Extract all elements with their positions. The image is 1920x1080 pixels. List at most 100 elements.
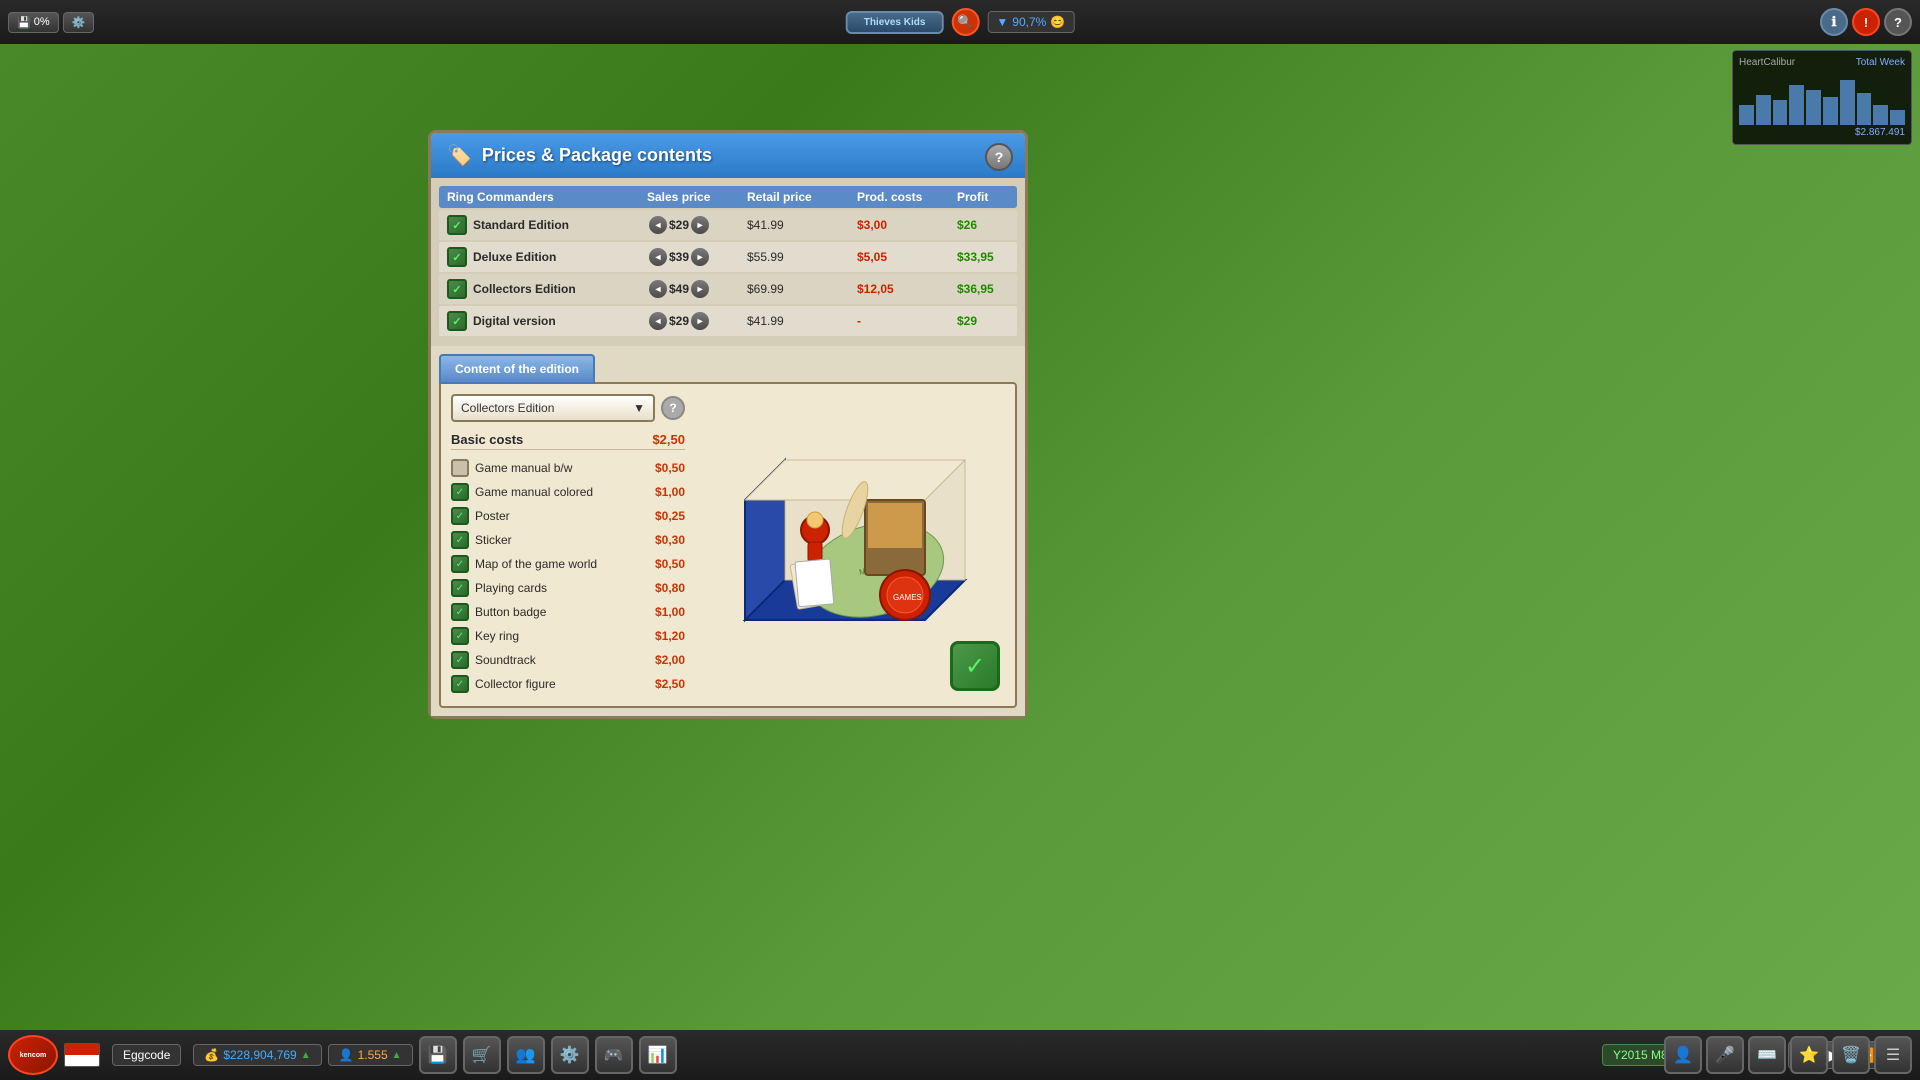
price-inc-collectors[interactable]: ► [691, 280, 709, 298]
bar-4 [1789, 85, 1804, 125]
list-item: ✓ Soundtrack $2,00 [451, 648, 685, 672]
item-check-manual-bw[interactable] [451, 459, 469, 477]
dialog-title: Prices & Package contents [482, 145, 712, 166]
bar-6 [1823, 97, 1838, 125]
bar-7 [1840, 80, 1855, 125]
price-inc-standard[interactable]: ► [691, 216, 709, 234]
item-check-cards[interactable]: ✓ [451, 579, 469, 597]
settings-button[interactable]: ⚙️ [551, 1036, 589, 1074]
list-item: ✓ Button badge $1,00 [451, 600, 685, 624]
edition-dropdown[interactable]: Collectors Edition ▼ [451, 394, 655, 422]
col-prod: Prod. costs [857, 190, 957, 204]
dialog-icon: 🏷️ [447, 143, 472, 168]
svg-text:GAMES: GAMES [893, 593, 922, 602]
edition-name-digital: ✓ Digital version [447, 311, 647, 331]
top-bar-left: 💾 0% ⚙️ [0, 12, 94, 33]
happiness-bar: ▼ 90,7% 😊 [987, 11, 1074, 33]
save-btn[interactable]: 💾 0% [8, 12, 59, 33]
prices-dialog: 🏷️ Prices & Package contents ? Ring Comm… [428, 130, 1028, 719]
retail-collectors: $69.99 [747, 282, 857, 296]
col-sales: Sales price [647, 190, 747, 204]
profit-deluxe: $33,95 [957, 250, 1037, 264]
info-btn-1[interactable]: ℹ [1820, 8, 1848, 36]
prod-cost-standard: $3,00 [857, 218, 957, 232]
price-dec-deluxe[interactable]: ◄ [649, 248, 667, 266]
content-right: MAP GAMES [695, 394, 1005, 696]
item-check-badge[interactable]: ✓ [451, 603, 469, 621]
items-list: Game manual b/w $0,50 ✓ Game manual colo… [451, 456, 685, 696]
list-item: ✓ Map of the game world $0,50 [451, 552, 685, 576]
games-button[interactable]: 🎮 [595, 1036, 633, 1074]
edition-dropdown-row: Collectors Edition ▼ ? [451, 394, 685, 422]
table-header: Ring Commanders Sales price Retail price… [439, 186, 1017, 208]
item-check-soundtrack[interactable]: ✓ [451, 651, 469, 669]
info-btn-3[interactable]: ? [1884, 8, 1912, 36]
bar-1 [1739, 105, 1754, 125]
item-check-figure[interactable]: ✓ [451, 675, 469, 693]
content-section: Content of the edition Collectors Editio… [431, 346, 1025, 716]
list-item: Game manual b/w $0,50 [451, 456, 685, 480]
edition-check-standard[interactable]: ✓ [447, 215, 467, 235]
price-dec-digital[interactable]: ◄ [649, 312, 667, 330]
bar-9 [1873, 105, 1888, 125]
price-inc-digital[interactable]: ► [691, 312, 709, 330]
top-right-buttons: ℹ ! ? [1820, 8, 1912, 36]
employees-display: 👤 1.555 ▲ [328, 1044, 413, 1066]
trash-button[interactable]: 🗑️ [1832, 1036, 1870, 1074]
mini-chart-company: HeartCalibur [1739, 57, 1795, 68]
content-left: Collectors Edition ▼ ? Basic costs $2,50… [451, 394, 685, 696]
star-button[interactable]: ⭐ [1790, 1036, 1828, 1074]
table-row: ✓ Digital version ◄ $29 ► $41.99 - $29 [439, 306, 1017, 336]
save-game-button[interactable]: 💾 [419, 1036, 457, 1074]
sales-price-deluxe: ◄ $39 ► [647, 248, 747, 266]
employees-button[interactable]: 👥 [507, 1036, 545, 1074]
edition-name-standard: ✓ Standard Edition [447, 215, 647, 235]
top-bar: 💾 0% ⚙️ Thieves Kids 🔍 ▼ 90,7% 😊 ℹ ! ? [0, 0, 1920, 44]
retail-deluxe: $55.99 [747, 250, 857, 264]
profit-digital: $29 [957, 314, 1037, 328]
stats-button[interactable]: 📊 [639, 1036, 677, 1074]
edition-check-digital[interactable]: ✓ [447, 311, 467, 331]
content-help-button[interactable]: ? [661, 396, 685, 420]
price-dec-standard[interactable]: ◄ [649, 216, 667, 234]
table-row: ✓ Deluxe Edition ◄ $39 ► $55.99 $5,05 $3… [439, 242, 1017, 272]
player-name: Eggcode [112, 1044, 181, 1066]
dialog-help-button[interactable]: ? [985, 143, 1013, 171]
bar-10 [1890, 110, 1905, 125]
content-tab[interactable]: Content of the edition [439, 354, 595, 384]
mic-button[interactable]: 🎤 [1706, 1036, 1744, 1074]
item-check-sticker[interactable]: ✓ [451, 531, 469, 549]
search-btn[interactable]: 🔍 [951, 8, 979, 36]
bar-8 [1857, 93, 1872, 125]
col-retail: Retail price [747, 190, 857, 204]
right-icons: 👤 🎤 ⌨️ ⭐ 🗑️ ☰ [1664, 1036, 1912, 1074]
profile-button[interactable]: 👤 [1664, 1036, 1702, 1074]
item-check-keyring[interactable]: ✓ [451, 627, 469, 645]
chart-value: $2.867.491 [1739, 127, 1905, 138]
content-body: Collectors Edition ▼ ? Basic costs $2,50… [439, 382, 1017, 708]
col-profit: Profit [957, 190, 1037, 204]
flag-icon [64, 1043, 100, 1067]
price-dec-collectors[interactable]: ◄ [649, 280, 667, 298]
menu-button[interactable]: ☰ [1874, 1036, 1912, 1074]
col-edition: Ring Commanders [447, 190, 647, 204]
chart-bars [1739, 75, 1905, 125]
shop-button[interactable]: 🛒 [463, 1036, 501, 1074]
sales-price-digital: ◄ $29 ► [647, 312, 747, 330]
price-inc-deluxe[interactable]: ► [691, 248, 709, 266]
info-btn-2[interactable]: ! [1852, 8, 1880, 36]
confirm-button[interactable]: ✓ [950, 641, 1000, 691]
list-item: ✓ Sticker $0,30 [451, 528, 685, 552]
item-check-poster[interactable]: ✓ [451, 507, 469, 525]
gear-btn[interactable]: ⚙️ [63, 12, 95, 33]
edition-check-deluxe[interactable]: ✓ [447, 247, 467, 267]
keyboard-button[interactable]: ⌨️ [1748, 1036, 1786, 1074]
item-check-manual-colored[interactable]: ✓ [451, 483, 469, 501]
item-check-map[interactable]: ✓ [451, 555, 469, 573]
list-item: ✓ Key ring $1,20 [451, 624, 685, 648]
bottom-bar: kencom Eggcode 💰 $228,904,769 ▲ 👤 1.555 … [0, 1030, 1920, 1080]
editions-table-section: Ring Commanders Sales price Retail price… [431, 178, 1025, 346]
sales-price-standard: ◄ $29 ► [647, 216, 747, 234]
edition-check-collectors[interactable]: ✓ [447, 279, 467, 299]
basic-costs-value: $2,50 [652, 432, 685, 447]
